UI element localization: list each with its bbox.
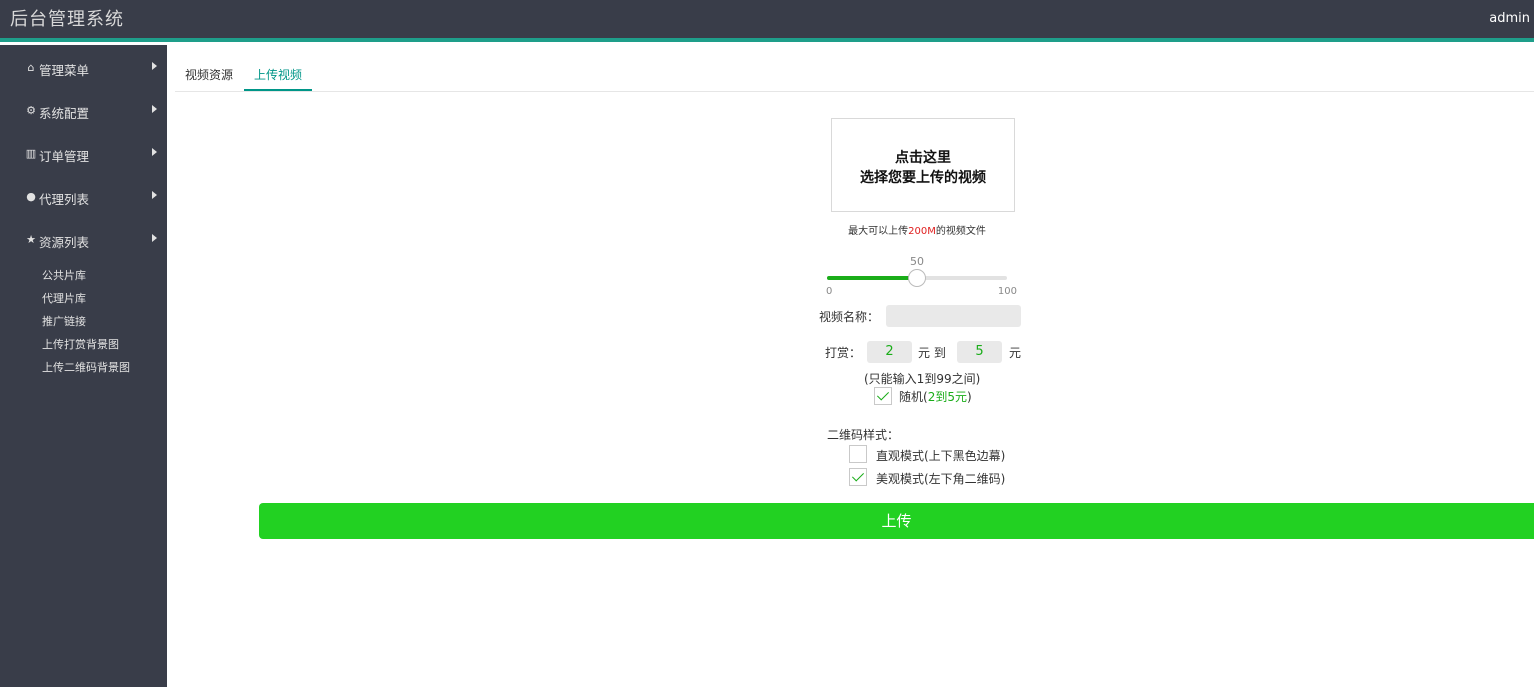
sidebar-item-system-config[interactable]: ⚙ 系统配置 [0, 89, 167, 132]
caret-right-icon [152, 148, 157, 156]
reward-unit-label: 元 [1009, 346, 1022, 360]
qr-option-direct-checkbox[interactable] [849, 445, 867, 463]
reward-between-label: 元 到 [918, 346, 946, 360]
qr-option-direct-label: 直观模式(上下黑色边幕) [876, 449, 1006, 463]
sidebar-item-manage-menu[interactable]: ⌂ 管理菜单 [0, 46, 167, 89]
header-accent-bar [0, 38, 1534, 42]
caret-right-icon [152, 234, 157, 242]
sidebar: ⌂ 管理菜单 ⚙ 系统配置 ▥ 订单管理 ● 代理列表 ★ 资源列表 公共片库 … [0, 45, 167, 687]
gears-icon: ⚙ [26, 104, 36, 117]
sidebar-subitem-agent-library[interactable]: 代理片库 [42, 290, 86, 306]
slider-handle[interactable] [908, 269, 926, 287]
user-menu[interactable]: admin [1489, 11, 1530, 26]
upload-note-suffix: 的视频文件 [935, 226, 986, 237]
upload-size-limit: 200M [908, 226, 936, 237]
random-prefix: 随机( [899, 390, 928, 404]
sidebar-subitem-qr-bg[interactable]: 上传二维码背景图 [42, 359, 130, 375]
reward-min-input[interactable]: 2 [867, 341, 912, 363]
video-upload-dropzone[interactable]: 点击这里 选择您要上传的视频 [831, 118, 1015, 212]
app-title: 后台管理系统 [10, 9, 124, 30]
sidebar-subitem-reward-bg[interactable]: 上传打赏背景图 [42, 336, 119, 352]
caret-right-icon [152, 62, 157, 70]
upload-size-note: 最大可以上传200M的视频文件 [760, 222, 1074, 237]
star-icon: ★ [26, 233, 36, 246]
random-range: 2到5元 [927, 390, 967, 404]
slider-track[interactable] [827, 269, 1007, 287]
reward-max-input[interactable]: 5 [957, 341, 1002, 363]
video-name-input[interactable] [886, 305, 1021, 327]
tab-upload-video[interactable]: 上传视频 [254, 66, 302, 83]
sidebar-subitem-promo-link[interactable]: 推广链接 [42, 313, 86, 329]
caret-right-icon [152, 191, 157, 199]
tab-bar: 视频资源 上传视频 [175, 55, 1534, 92]
user-icon: ● [26, 190, 36, 203]
sidebar-item-label: 管理菜单 [39, 63, 90, 78]
sidebar-subitem-public-library[interactable]: 公共片库 [42, 267, 86, 283]
qr-style-label: 二维码样式： [827, 428, 900, 442]
upload-prompt-line2: 选择您要上传的视频 [860, 170, 986, 186]
upload-prompt-line1: 点击这里 [895, 150, 951, 166]
home-icon: ⌂ [27, 61, 35, 74]
slider-min-label: 0 [826, 286, 833, 297]
slider-max-label: 100 [997, 286, 1017, 297]
upload-submit-button[interactable]: 上传 [259, 503, 1534, 539]
slider-value: 50 [910, 255, 924, 268]
qr-option-beautiful-checkbox[interactable] [849, 468, 867, 486]
random-suffix: ) [966, 390, 972, 404]
top-header: 后台管理系统 admin [0, 0, 1534, 38]
upload-note-prefix: 最大可以上传 [848, 226, 909, 237]
random-reward-label: 随机(2到5元) [899, 388, 972, 405]
sidebar-item-agent-list[interactable]: ● 代理列表 [0, 175, 167, 218]
sidebar-item-order-manage[interactable]: ▥ 订单管理 [0, 132, 167, 175]
reward-range-note: (只能输入1到99之间) [864, 372, 981, 386]
random-reward-checkbox[interactable] [874, 387, 892, 405]
caret-right-icon [152, 105, 157, 113]
video-name-label: 视频名称： [819, 310, 880, 324]
reward-label: 打赏： [825, 346, 862, 360]
slider-fill [827, 276, 917, 280]
qr-option-beautiful-label: 美观模式(左下角二维码) [876, 472, 1006, 486]
active-tab-indicator [244, 89, 312, 91]
bar-chart-icon: ▥ [25, 147, 37, 160]
sidebar-item-label: 系统配置 [39, 106, 90, 121]
check-icon [876, 388, 890, 401]
sidebar-item-resource-list[interactable]: ★ 资源列表 [0, 218, 167, 261]
sidebar-item-label: 订单管理 [39, 149, 90, 164]
check-icon [851, 469, 865, 482]
sidebar-item-label: 代理列表 [39, 192, 90, 207]
sidebar-item-label: 资源列表 [39, 235, 90, 250]
tab-video-resources[interactable]: 视频资源 [185, 66, 233, 83]
